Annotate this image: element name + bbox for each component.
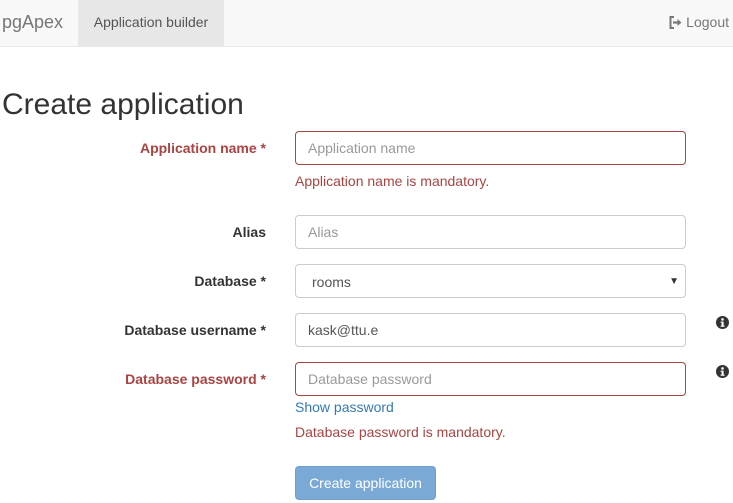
info-circle-icon[interactable] [716, 316, 729, 329]
alias-input[interactable] [295, 215, 686, 249]
database-username-label-text: Database username [124, 322, 257, 338]
database-password-label-text: Database password [125, 371, 257, 387]
logout-icon [669, 16, 682, 29]
database-username-input[interactable] [295, 313, 686, 347]
database-username-label: Database username * [124, 320, 266, 340]
brand-link[interactable]: pgApex [0, 0, 63, 46]
logout-link[interactable]: Logout [669, 0, 729, 46]
show-password-link[interactable]: Show password [295, 397, 394, 417]
page-title: Create application [2, 88, 244, 121]
logout-label: Logout [686, 14, 729, 30]
info-circle-icon[interactable] [716, 365, 729, 378]
database-select[interactable]: rooms ▼ [295, 264, 686, 298]
chevron-down-icon: ▼ [669, 276, 679, 287]
database-label: Database * [194, 271, 266, 291]
top-navbar: pgApex Application builder Logout [0, 0, 733, 47]
tab-application-builder[interactable]: Application builder [78, 0, 224, 46]
required-mark: * [260, 322, 266, 338]
database-label-text: Database [194, 273, 257, 289]
required-mark: * [260, 140, 266, 156]
application-name-label-text: Application name [139, 140, 257, 156]
database-password-input[interactable] [295, 362, 686, 396]
database-password-label: Database password * [125, 369, 266, 389]
alias-label: Alias [232, 224, 266, 240]
application-name-label: Application name * [140, 138, 266, 158]
create-application-button[interactable]: Create application [295, 466, 436, 500]
database-selected-value: rooms [312, 274, 351, 290]
application-name-input[interactable] [295, 131, 686, 165]
required-mark: * [260, 371, 266, 387]
database-password-error: Database password is mandatory. [295, 424, 506, 440]
application-name-error: Application name is mandatory. [295, 173, 490, 189]
required-mark: * [260, 273, 266, 289]
